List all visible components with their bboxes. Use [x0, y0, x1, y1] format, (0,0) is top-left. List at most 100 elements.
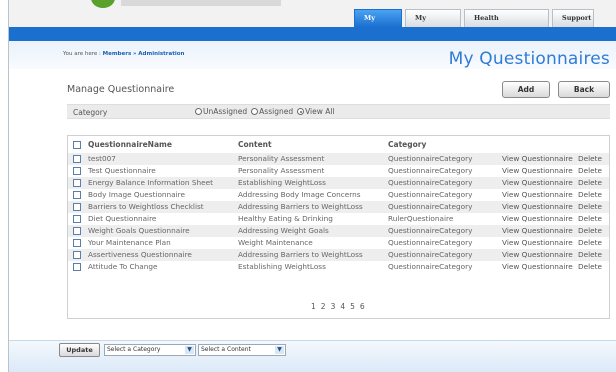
- pagination: 1 2 3 4 5 6: [311, 302, 365, 311]
- category-filter-label: Category: [73, 108, 108, 117]
- row-content: Weight Maintenance: [238, 238, 313, 247]
- tab-support[interactable]: Support: [552, 9, 594, 27]
- radio-assigned-label: Assigned: [259, 107, 294, 116]
- row-category: QuestionnaireCategory: [388, 226, 473, 235]
- row-content: Establishing WeightLoss: [238, 262, 326, 271]
- row-content: Personality Assessment: [238, 166, 325, 175]
- header-content: Content: [238, 140, 272, 149]
- table-row: Energy Balance Information Sheet Establi…: [68, 177, 609, 189]
- row-content: Addressing Weight Goals: [238, 226, 329, 235]
- row-checkbox[interactable]: [73, 167, 81, 175]
- table-row: Weight Goals Questionnaire Addressing We…: [68, 225, 609, 237]
- content-select[interactable]: Select a Content ▼: [198, 344, 286, 356]
- radio-assigned[interactable]: Assigned: [251, 107, 293, 116]
- page-link-2[interactable]: 2: [321, 302, 326, 311]
- radio-view-all[interactable]: View All: [297, 107, 335, 116]
- radio-unassigned-label: UnAssigned: [203, 107, 248, 116]
- add-button[interactable]: Add: [502, 81, 550, 98]
- breadcrumb-members-link[interactable]: Members: [103, 51, 132, 57]
- row-category: QuestionnaireCategory: [388, 202, 473, 211]
- tab-health-information[interactable]: Health Information: [464, 9, 549, 39]
- row-category: QuestionnaireCategory: [388, 250, 473, 259]
- row-content: Addressing Body Image Concerns: [238, 190, 361, 199]
- row-checkbox[interactable]: [73, 215, 81, 223]
- row-category: QuestionnaireCategory: [388, 190, 473, 199]
- chevron-down-icon[interactable]: ▼: [275, 346, 284, 354]
- delete-link[interactable]: Delete: [578, 178, 602, 187]
- delete-link[interactable]: Delete: [578, 202, 602, 211]
- page-link-3[interactable]: 3: [331, 302, 336, 311]
- questionnaire-table: QuestionnaireName Content Category test0…: [67, 135, 610, 319]
- view-questionnaire-link[interactable]: View Questionnaire: [502, 166, 573, 175]
- radio-view-all-label: View All: [305, 107, 335, 116]
- row-checkbox[interactable]: [73, 263, 81, 271]
- category-select-value: Select a Category: [107, 346, 161, 353]
- back-button[interactable]: Back: [558, 81, 610, 98]
- delete-link[interactable]: Delete: [578, 190, 602, 199]
- row-checkbox[interactable]: [73, 191, 81, 199]
- delete-link[interactable]: Delete: [578, 214, 602, 223]
- delete-link[interactable]: Delete: [578, 238, 602, 247]
- view-questionnaire-link[interactable]: View Questionnaire: [502, 238, 573, 247]
- radio-assigned-circle-icon[interactable]: [251, 108, 259, 115]
- view-questionnaire-link[interactable]: View Questionnaire: [502, 190, 573, 199]
- page-link-5[interactable]: 5: [350, 302, 355, 311]
- tab-my-account[interactable]: My Account: [405, 9, 461, 39]
- breadcrumb-prefix: You are here :: [63, 51, 101, 57]
- row-name: Energy Balance Information Sheet: [88, 178, 213, 187]
- view-questionnaire-link[interactable]: View Questionnaire: [502, 202, 573, 211]
- view-questionnaire-link[interactable]: View Questionnaire: [502, 226, 573, 235]
- breadcrumb-administration-link[interactable]: Administration: [138, 51, 184, 57]
- table-header-row: QuestionnaireName Content Category: [68, 139, 609, 152]
- table-row: Body Image Questionnaire Addressing Body…: [68, 189, 609, 201]
- row-name: Barriers to Weightloss Checklist: [88, 202, 204, 211]
- view-questionnaire-link[interactable]: View Questionnaire: [502, 214, 573, 223]
- table-row: Attitude To Change Establishing WeightLo…: [68, 261, 609, 273]
- row-content: Addressing Barriers to WeightLoss: [238, 202, 363, 211]
- row-category: RulerQuestionaire: [388, 214, 454, 223]
- breadcrumb-separator: »: [132, 51, 137, 57]
- radio-unassigned-circle-icon[interactable]: [195, 108, 202, 115]
- content-select-value: Select a Content: [201, 346, 251, 353]
- chevron-down-icon[interactable]: ▼: [185, 346, 194, 354]
- category-filter-bar: Category UnAssigned Assigned View All: [67, 104, 610, 119]
- header-faint-band: [121, 0, 281, 6]
- delete-link[interactable]: Delete: [578, 250, 602, 259]
- row-checkbox[interactable]: [73, 155, 81, 163]
- radio-view-all-selected-icon[interactable]: [297, 108, 305, 115]
- delete-link[interactable]: Delete: [578, 262, 602, 271]
- delete-link[interactable]: Delete: [578, 154, 602, 163]
- view-questionnaire-link[interactable]: View Questionnaire: [502, 262, 573, 271]
- row-category: QuestionnaireCategory: [388, 262, 473, 271]
- row-category: QuestionnaireCategory: [388, 178, 473, 187]
- row-checkbox[interactable]: [73, 251, 81, 259]
- radio-unassigned[interactable]: UnAssigned: [195, 107, 247, 116]
- category-radio-group: UnAssigned Assigned View All: [195, 107, 335, 116]
- view-questionnaire-link[interactable]: View Questionnaire: [502, 154, 573, 163]
- delete-link[interactable]: Delete: [578, 226, 602, 235]
- table-row: Diet Questionnaire Healthy Eating & Drin…: [68, 213, 609, 225]
- bottom-action-bar: [9, 340, 616, 372]
- row-checkbox[interactable]: [73, 179, 81, 187]
- table-row: Barriers to Weightloss Checklist Address…: [68, 201, 609, 213]
- row-name: Body Image Questionnaire: [88, 190, 186, 199]
- row-name: Diet Questionnaire: [88, 214, 157, 223]
- row-name: Assertiveness Questionnaire: [88, 250, 192, 259]
- select-all-checkbox[interactable]: [73, 141, 81, 149]
- row-name: Your Maintenance Plan: [88, 238, 171, 247]
- category-select[interactable]: Select a Category ▼: [104, 344, 196, 356]
- row-checkbox[interactable]: [73, 239, 81, 247]
- row-name: test007: [88, 154, 116, 163]
- page-link-6[interactable]: 6: [360, 302, 365, 311]
- view-questionnaire-link[interactable]: View Questionnaire: [502, 250, 573, 259]
- page-title: My Questionnaires: [448, 49, 610, 69]
- tab-my-tools[interactable]: My Tools: [354, 9, 402, 39]
- update-button[interactable]: Update: [59, 343, 100, 357]
- row-category: QuestionnaireCategory: [388, 166, 473, 175]
- page-link-1[interactable]: 1: [311, 302, 316, 311]
- delete-link[interactable]: Delete: [578, 166, 602, 175]
- row-checkbox[interactable]: [73, 203, 81, 211]
- row-checkbox[interactable]: [73, 227, 81, 235]
- view-questionnaire-link[interactable]: View Questionnaire: [502, 178, 573, 187]
- page-link-4[interactable]: 4: [340, 302, 345, 311]
